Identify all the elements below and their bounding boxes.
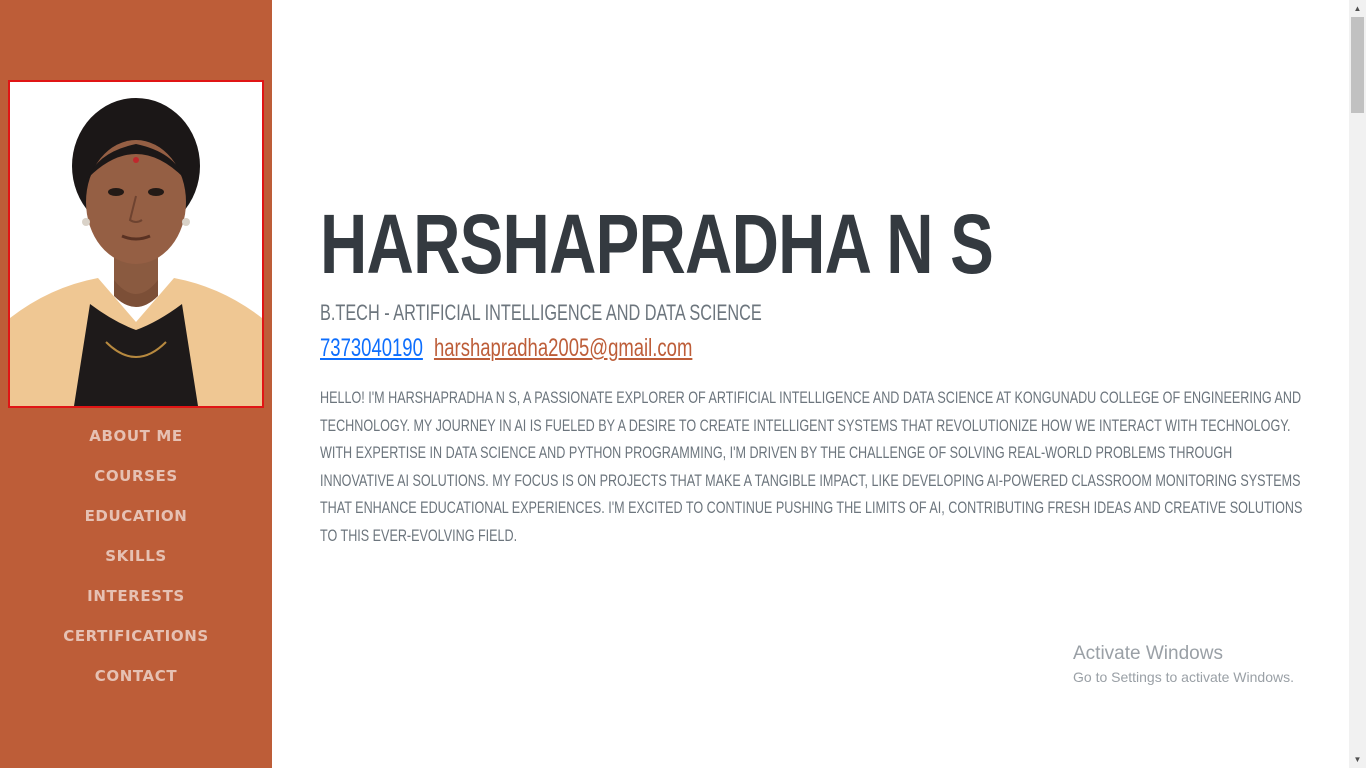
nav-item-courses: Courses [0, 456, 272, 496]
activate-windows-watermark: Activate Windows Go to Settings to activ… [1073, 642, 1294, 688]
nav-link-contact[interactable]: Contact [95, 667, 177, 685]
page-title: HARSHAPRADHA N S [320, 197, 994, 291]
phone-link[interactable]: 7373040190 [320, 334, 423, 362]
nav-item-certifications: Certifications [0, 616, 272, 656]
degree-subheading: B.TECH - ARTIFICIAL INTELLIGENCE AND DAT… [320, 300, 762, 325]
nav-link-interests[interactable]: Interests [87, 587, 185, 605]
vertical-scrollbar[interactable]: ▲ ▼ [1349, 0, 1366, 768]
scroll-down-arrow-icon[interactable]: ▼ [1349, 751, 1366, 768]
sidebar: About Me Courses Education Skills Intere… [0, 0, 272, 768]
nav-link-about[interactable]: About Me [89, 427, 182, 445]
nav-link-skills[interactable]: Skills [105, 547, 167, 565]
about-paragraph: HELLO! I'M HARSHAPRADHA N S, A PASSIONAT… [320, 388, 1303, 545]
nav-item-education: Education [0, 496, 272, 536]
email-link[interactable]: harshapradha2005@gmail.com [434, 334, 692, 362]
watermark-title: Activate Windows [1073, 643, 1223, 664]
nav-item-interests: Interests [0, 576, 272, 616]
scroll-up-arrow-icon[interactable]: ▲ [1349, 0, 1366, 17]
watermark-subtitle: Go to Settings to activate Windows. [1073, 669, 1294, 685]
nav-link-certifications[interactable]: Certifications [63, 627, 209, 645]
nav-link-education[interactable]: Education [85, 507, 188, 525]
nav-item-skills: Skills [0, 536, 272, 576]
nav-link-courses[interactable]: Courses [94, 467, 178, 485]
contact-links: 7373040190 harshapradha2005@gmail.com [320, 334, 692, 363]
nav-item-about: About Me [0, 416, 272, 456]
scrollbar-thumb[interactable] [1351, 17, 1364, 113]
sidebar-nav: About Me Courses Education Skills Intere… [0, 416, 272, 696]
nav-item-contact: Contact [0, 656, 272, 696]
profile-photo [8, 80, 264, 408]
